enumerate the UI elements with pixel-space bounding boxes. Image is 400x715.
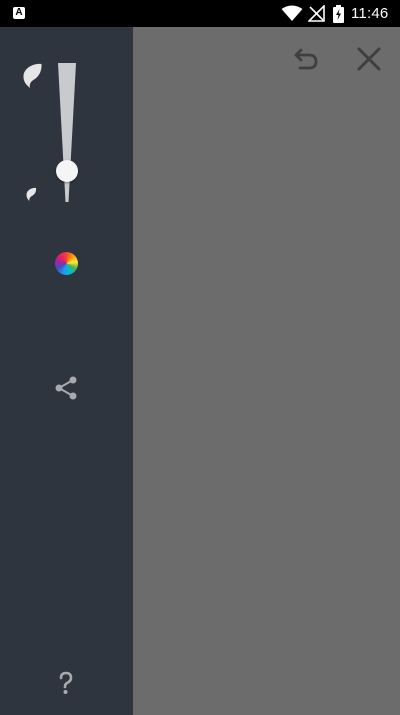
close-icon[interactable] <box>355 45 383 73</box>
help-icon[interactable] <box>55 670 77 696</box>
large-drop-icon[interactable] <box>21 62 43 89</box>
no-signal-icon <box>308 5 325 22</box>
brush-size-track <box>58 63 76 202</box>
battery-charging-icon <box>333 5 344 23</box>
notification-icon: A <box>13 7 25 19</box>
small-drop-icon[interactable] <box>25 187 37 202</box>
moon-icon[interactable] <box>53 312 79 338</box>
share-icon[interactable] <box>53 375 79 401</box>
drawing-canvas[interactable] <box>133 27 400 715</box>
status-bar: A 11:46 <box>0 0 400 27</box>
brush-size-slider[interactable] <box>52 60 82 205</box>
wifi-icon <box>281 5 303 21</box>
undo-icon[interactable] <box>292 45 320 73</box>
color-wheel-icon[interactable] <box>55 252 78 275</box>
status-time: 11:46 <box>351 5 389 22</box>
